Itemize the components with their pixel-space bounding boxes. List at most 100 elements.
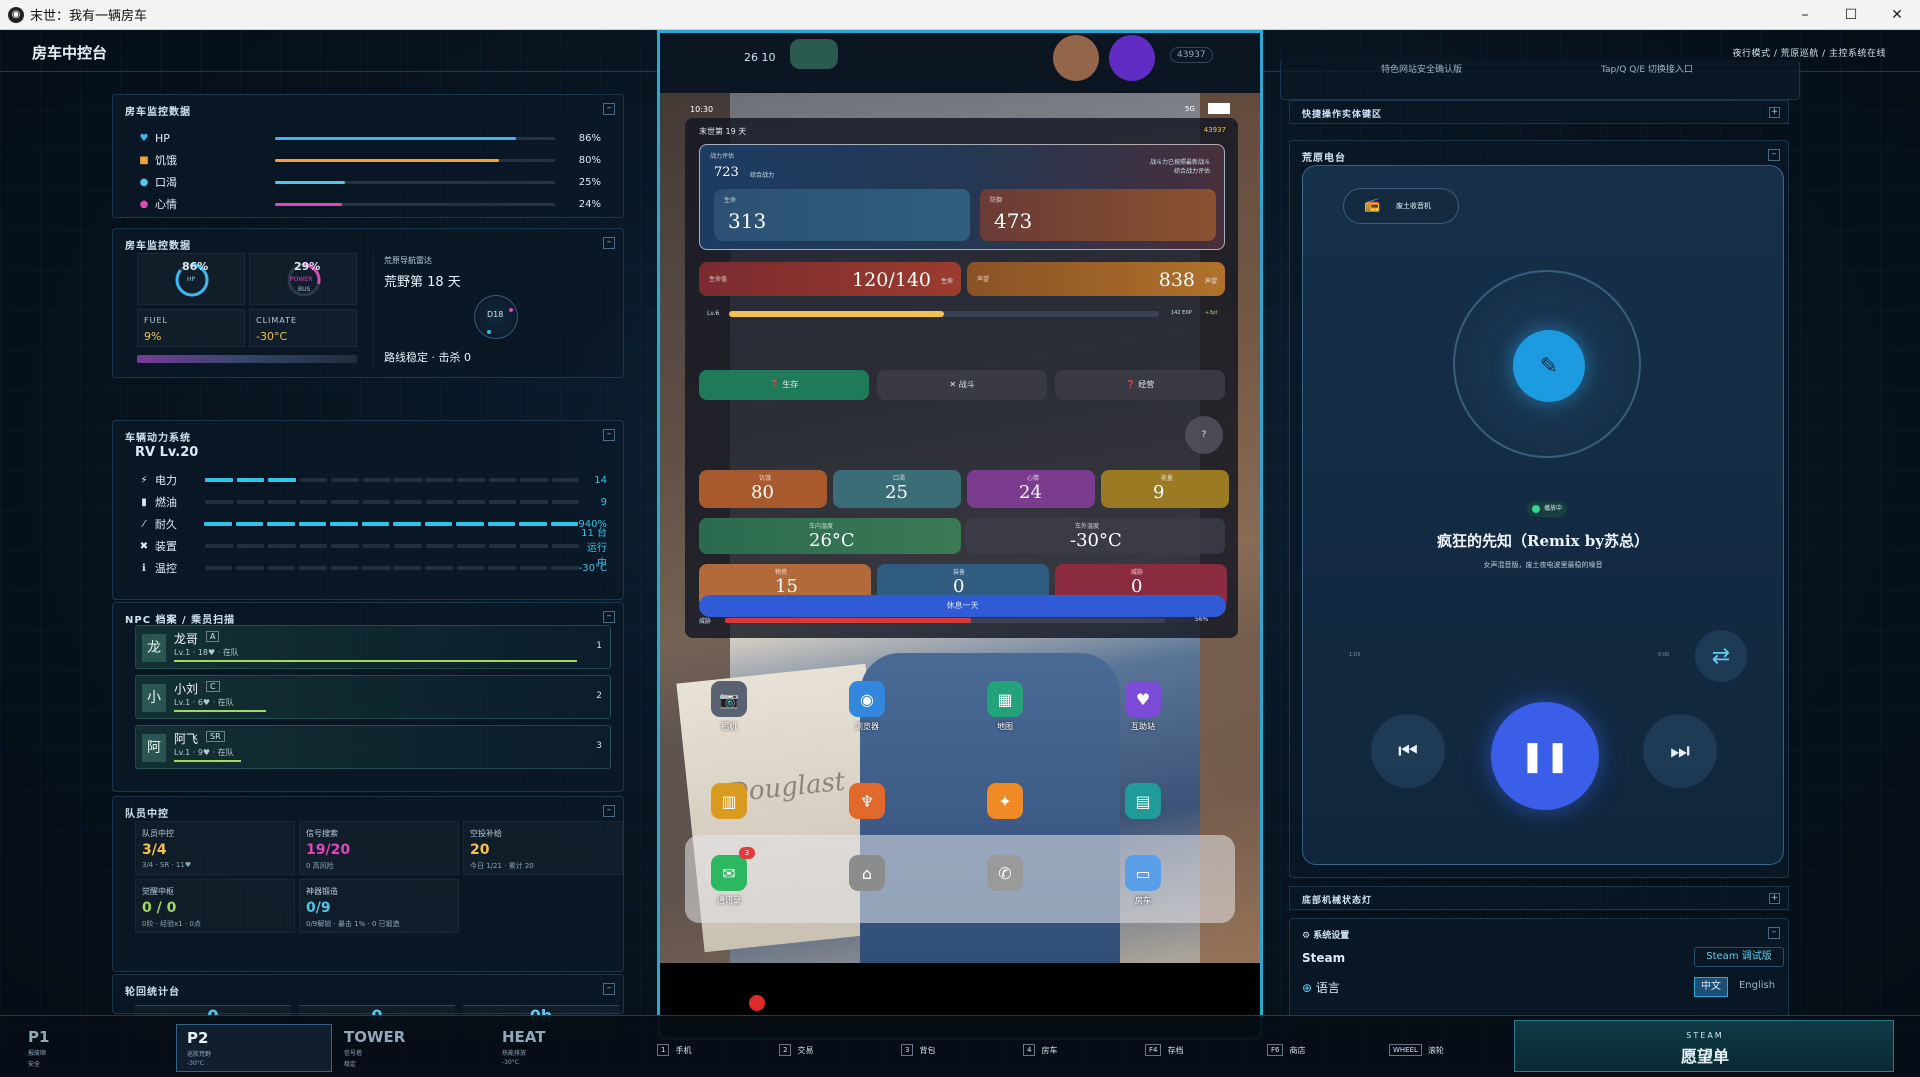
steam-debug-button[interactable]: Steam 调试版 bbox=[1694, 947, 1784, 967]
stat-pct: 80% bbox=[578, 154, 601, 166]
npc-name: 小刘 bbox=[174, 682, 199, 696]
power-segment bbox=[298, 522, 327, 526]
app-icon[interactable]: ▦ bbox=[987, 681, 1023, 717]
npc-card[interactable]: 龙龙哥 A Lv.1 · 18♥ · 在队 1 bbox=[135, 625, 611, 669]
app-icon[interactable]: ▤ bbox=[1125, 783, 1161, 819]
power-segment bbox=[519, 566, 548, 570]
app-icon[interactable]: ✆ bbox=[987, 855, 1023, 891]
previous-button[interactable]: ⏮ bbox=[1371, 714, 1445, 788]
zone-sub: 安全 bbox=[28, 1061, 41, 1068]
npc-card[interactable]: 小小刘 C Lv.1 · 6♥ · 在队 2 bbox=[135, 675, 611, 719]
avatar[interactable] bbox=[1109, 35, 1155, 81]
collapse-button[interactable]: – bbox=[603, 103, 615, 115]
app-icon[interactable]: ⌂ bbox=[849, 855, 885, 891]
phone-device[interactable]: 26 10 43937 Douglast 10:30 5G 末世第 19 天 4… bbox=[657, 30, 1263, 1040]
next-button[interactable]: ⏭ bbox=[1643, 714, 1717, 788]
collapse-button[interactable]: – bbox=[603, 805, 615, 817]
power-segment bbox=[394, 478, 422, 482]
crew-cell[interactable]: 信号搜索 19/20 0 高风险 bbox=[299, 821, 459, 875]
hotkey[interactable]: WHEEL 滚轮 bbox=[1389, 1044, 1444, 1056]
power-card[interactable]: 战力评估 723 综合战力 战斗力已按照最新战斗 综合战力评估 生命 313 防… bbox=[699, 144, 1225, 250]
hotkey[interactable]: 4 房车 bbox=[1023, 1044, 1057, 1056]
avatar[interactable] bbox=[1053, 35, 1099, 81]
collapse-button[interactable]: – bbox=[603, 237, 615, 249]
npc-sub: Lv.1 · 18♥ · 在队 bbox=[174, 648, 239, 657]
npc-sub: Lv.1 · 6♥ · 在队 bbox=[174, 698, 234, 707]
collapse-button[interactable]: – bbox=[603, 429, 615, 441]
power-row: ✖ 装置 11 台运行中 bbox=[137, 528, 607, 569]
power-segment bbox=[205, 544, 233, 548]
temp-out-label: 车外温度 bbox=[1075, 523, 1100, 530]
npc-index: 3 bbox=[596, 741, 602, 751]
playing-label: 播放中 bbox=[1544, 505, 1563, 512]
collapse-button[interactable]: – bbox=[603, 983, 615, 995]
phone-tab[interactable]: ❓ 生存 bbox=[699, 370, 869, 400]
zone-sub: 巡航荒野 bbox=[187, 1051, 212, 1058]
collapse-button[interactable]: – bbox=[603, 611, 615, 623]
fuel-value: 9% bbox=[144, 330, 162, 343]
app-icon[interactable]: ♆ bbox=[849, 783, 885, 819]
phone-tab[interactable]: ❓ 经营 bbox=[1055, 370, 1225, 400]
hotkey[interactable]: 1 手机 bbox=[657, 1044, 691, 1056]
hotkey[interactable]: 2 交易 bbox=[779, 1044, 813, 1056]
resource-card: 口渴 25 bbox=[833, 470, 961, 508]
app-icon[interactable]: ✦ bbox=[987, 783, 1023, 819]
crew-cell[interactable]: 神器锻造 0/9 0/9解锁 · 暴击 1% · 0 已锻造 bbox=[299, 879, 459, 933]
power-panel: 车辆动力系统 – RV Lv.20 ⚡ 电力 14 ▮ 燃油 9 ⁄ 耐久 940% ✖ 装置 11 … bbox=[112, 420, 624, 600]
hotkey[interactable]: F6 商店 bbox=[1267, 1044, 1305, 1056]
minimize-button[interactable]: – bbox=[1782, 0, 1828, 30]
steam-wishlist-button[interactable]: STEAM 愿望单 bbox=[1514, 1020, 1894, 1072]
stat-pct: 86% bbox=[578, 132, 601, 144]
reputation-label: 声望 bbox=[977, 276, 990, 283]
panel-title: 荒原电台 bbox=[1302, 153, 1346, 164]
app-icon[interactable]: ♥ bbox=[1125, 681, 1161, 717]
app-icon[interactable]: ▥ bbox=[711, 783, 747, 819]
app-icon[interactable]: ◉ bbox=[849, 681, 885, 717]
pause-button[interactable]: ❚❚ bbox=[1491, 702, 1599, 810]
temp-out-value: -30°C bbox=[1070, 530, 1122, 551]
tab-label: 经营 bbox=[1138, 380, 1155, 389]
phone-top-pill[interactable] bbox=[790, 39, 838, 69]
expand-button[interactable]: + bbox=[1769, 893, 1780, 904]
status-time: 10:30 bbox=[690, 105, 714, 114]
zone-segment[interactable]: HEAT 热能排放 -30°C bbox=[492, 1024, 648, 1072]
collapse-button[interactable]: – bbox=[1768, 927, 1780, 939]
crew-cell-sub: 0/9解锁 · 暴击 1% · 0 已锻造 bbox=[306, 920, 400, 928]
crew-cell[interactable]: 觉醒中枢 0 / 0 0阶 · 经验x1 · 0点 bbox=[135, 879, 295, 933]
next-day-button[interactable]: 休息一天 bbox=[699, 595, 1226, 617]
app-icon[interactable]: ✉ 3 bbox=[711, 847, 755, 891]
stat-row: ● 心情 24% bbox=[137, 195, 607, 213]
app-icon[interactable]: 📷 bbox=[711, 681, 747, 717]
crew-cell[interactable]: 空投补给 20 今日 1/21 · 累计 20 bbox=[463, 821, 623, 875]
collapse-button[interactable]: – bbox=[1768, 149, 1780, 161]
hp-card-unit: 生命 bbox=[940, 278, 953, 285]
hotkey[interactable]: F4 存档 bbox=[1145, 1044, 1183, 1056]
hotkey[interactable]: 3 背包 bbox=[901, 1044, 935, 1056]
app-label: 互助站 bbox=[1131, 722, 1155, 731]
radio-chip[interactable]: 📻 废土收音机 bbox=[1343, 188, 1459, 224]
attack-label: 生命 bbox=[724, 197, 737, 204]
close-button[interactable]: ✕ bbox=[1874, 0, 1920, 30]
resource-label: 能量 bbox=[1161, 475, 1174, 482]
npc-card[interactable]: 阿阿飞 SR Lv.1 · 9♥ · 在队 3 bbox=[135, 725, 611, 769]
zone-segment[interactable]: P2 巡航荒野 -30°C bbox=[176, 1024, 332, 1072]
repeat-button[interactable]: ⇄ bbox=[1695, 630, 1747, 682]
zone-segment[interactable]: P1 报废顺 安全 bbox=[18, 1024, 174, 1072]
hotkey-key: 4 bbox=[1023, 1044, 1036, 1056]
steam-small-label: STEAM bbox=[1686, 1031, 1724, 1040]
expand-button[interactable]: + bbox=[1769, 107, 1780, 118]
maximize-button[interactable]: ☐ bbox=[1828, 0, 1874, 30]
bottom-bar: P1 报废顺 安全 P2 巡航荒野 -30°C TOWER 信号塔 稳定 HEAT 热能排放 -30°… bbox=[0, 1015, 1920, 1077]
quick-keys-section[interactable]: 快捷操作实体键区 + bbox=[1289, 100, 1789, 124]
lang-cn-button[interactable]: 中文 bbox=[1694, 977, 1728, 997]
npc-avatar: 龙 bbox=[142, 634, 166, 662]
crew-cell[interactable]: 队员中控 3/4 3/4 · SR · 11♥ bbox=[135, 821, 295, 875]
lang-en-button[interactable]: English bbox=[1730, 977, 1784, 997]
lamp-section[interactable]: 底部机械状态灯 + bbox=[1289, 886, 1789, 910]
app-icon[interactable]: ▭ bbox=[1125, 855, 1161, 891]
power-segment bbox=[457, 544, 485, 548]
zone-segment[interactable]: TOWER 信号塔 稳定 bbox=[334, 1024, 490, 1072]
attack-value: 313 bbox=[728, 209, 767, 233]
help-button[interactable]: ? bbox=[1185, 416, 1223, 454]
phone-tab[interactable]: ✕ 战斗 bbox=[877, 370, 1047, 400]
